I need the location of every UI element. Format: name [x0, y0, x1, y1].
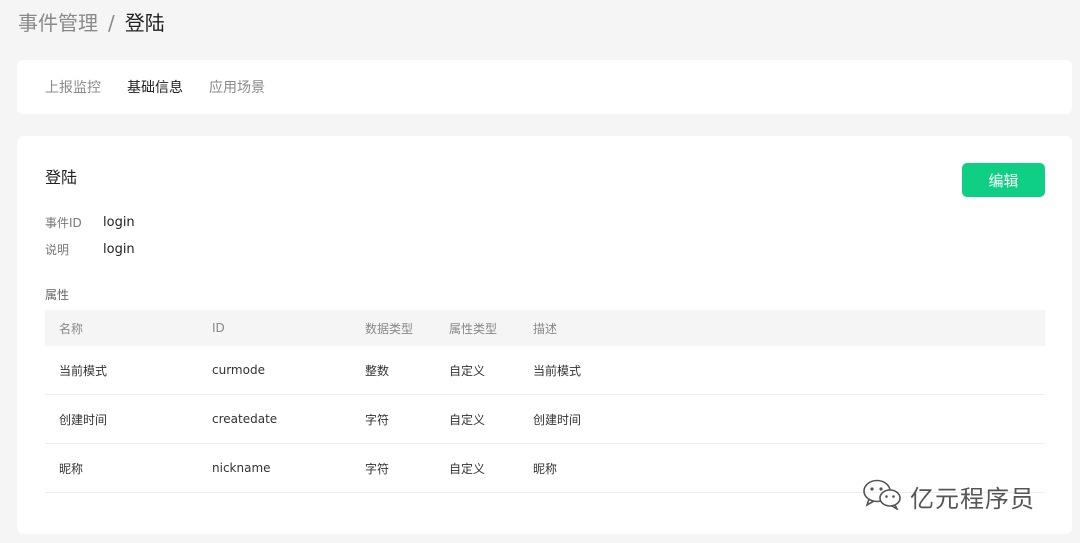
cell-attr-type: 自定义	[449, 443, 533, 493]
cell-id: nickname	[212, 443, 365, 493]
breadcrumb-current: 登陆	[124, 11, 165, 35]
tab-report-monitor[interactable]: 上报监控	[45, 77, 101, 97]
event-id-value: login	[103, 215, 135, 230]
breadcrumb-parent[interactable]: 事件管理	[18, 9, 98, 37]
cell-id: createdate	[212, 394, 365, 444]
event-detail-card: 登陆 编辑 事件ID login 说明 login 属性 名称 ID 数据类型 …	[17, 136, 1072, 534]
watermark: 亿元程序员	[862, 478, 1035, 514]
attributes-table: 名称 ID 数据类型 属性类型 描述 当前模式 curmode 整数 自定义 当…	[45, 310, 1045, 493]
tab-bar: 上报监控 基础信息 应用场景	[17, 60, 1072, 114]
table-row: 创建时间 createdate 字符 自定义 创建时间	[45, 394, 1045, 444]
column-header-data-type: 数据类型	[365, 310, 449, 346]
cell-description: 当前模式	[533, 346, 1045, 395]
tab-basic-info[interactable]: 基础信息	[127, 77, 183, 97]
event-title: 登陆	[45, 168, 78, 187]
column-header-id: ID	[212, 310, 365, 346]
event-id-label: 事件ID	[45, 216, 82, 230]
cell-id: curmode	[212, 346, 365, 395]
event-description-value: login	[103, 242, 135, 257]
tab-scenarios[interactable]: 应用场景	[209, 77, 265, 97]
column-header-description: 描述	[533, 310, 1045, 346]
breadcrumb-separator: /	[108, 11, 115, 35]
wechat-icon	[862, 478, 910, 514]
event-id-row: 事件ID login	[45, 214, 135, 231]
edit-button[interactable]: 编辑	[962, 163, 1045, 197]
cell-data-type: 字符	[365, 443, 449, 493]
table-row: 当前模式 curmode 整数 自定义 当前模式	[45, 346, 1045, 395]
column-header-name: 名称	[45, 310, 212, 346]
cell-name: 创建时间	[45, 394, 212, 444]
cell-description: 创建时间	[533, 394, 1045, 444]
breadcrumb: 事件管理 / 登陆	[18, 9, 165, 37]
event-description-row: 说明 login	[45, 241, 135, 258]
cell-data-type: 整数	[365, 346, 449, 395]
cell-name: 昵称	[45, 443, 212, 493]
cell-name: 当前模式	[45, 346, 212, 395]
column-header-attr-type: 属性类型	[449, 310, 533, 346]
cell-attr-type: 自定义	[449, 394, 533, 444]
watermark-text: 亿元程序员	[910, 484, 1035, 513]
event-description-label: 说明	[45, 243, 70, 257]
table-header-row: 名称 ID 数据类型 属性类型 描述	[45, 310, 1045, 346]
cell-attr-type: 自定义	[449, 346, 533, 395]
cell-data-type: 字符	[365, 394, 449, 444]
attributes-section-label: 属性	[45, 288, 70, 302]
